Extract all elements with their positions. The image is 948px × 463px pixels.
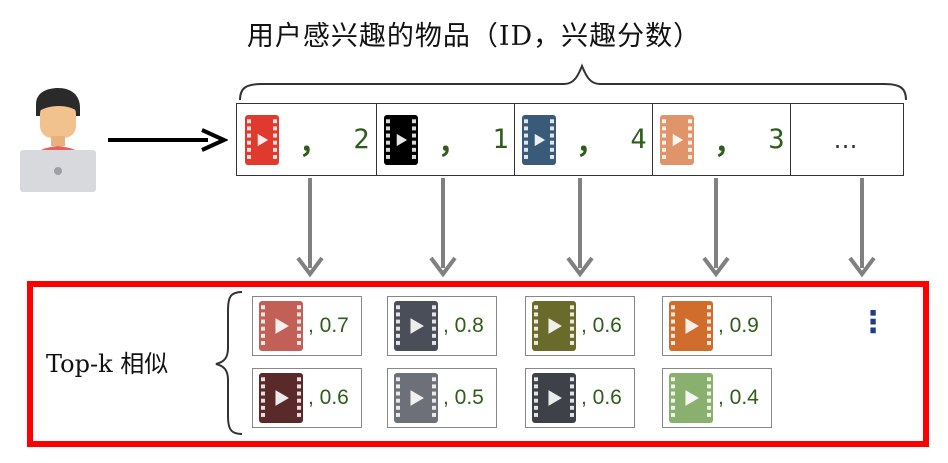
- similar-item-card: , 0.9: [662, 296, 772, 356]
- film-strip-play-icon: [259, 373, 303, 423]
- film-strip-play-icon: [669, 373, 713, 423]
- film-strip-play-icon: [669, 301, 713, 351]
- left-brace: [215, 291, 243, 435]
- film-strip-play-icon: [259, 301, 303, 351]
- similar-item-card: , 0.6: [525, 368, 635, 428]
- film-strip-play-icon: [532, 301, 576, 351]
- film-strip-play-icon: [532, 373, 576, 423]
- top-k-label: Top-k 相似: [46, 350, 169, 378]
- similar-item-card: , 0.8: [387, 296, 497, 356]
- film-strip-play-icon: [394, 301, 438, 351]
- similar-item-card: , 0.5: [387, 368, 497, 428]
- similar-item-card: , 0.7: [252, 296, 362, 356]
- similar-item-card: , 0.6: [525, 296, 635, 356]
- film-strip-play-icon: [394, 373, 438, 423]
- similar-item-card: , 0.4: [662, 368, 772, 428]
- vertical-ellipsis: ⋮: [858, 305, 888, 340]
- similar-item-card: , 0.6: [252, 368, 362, 428]
